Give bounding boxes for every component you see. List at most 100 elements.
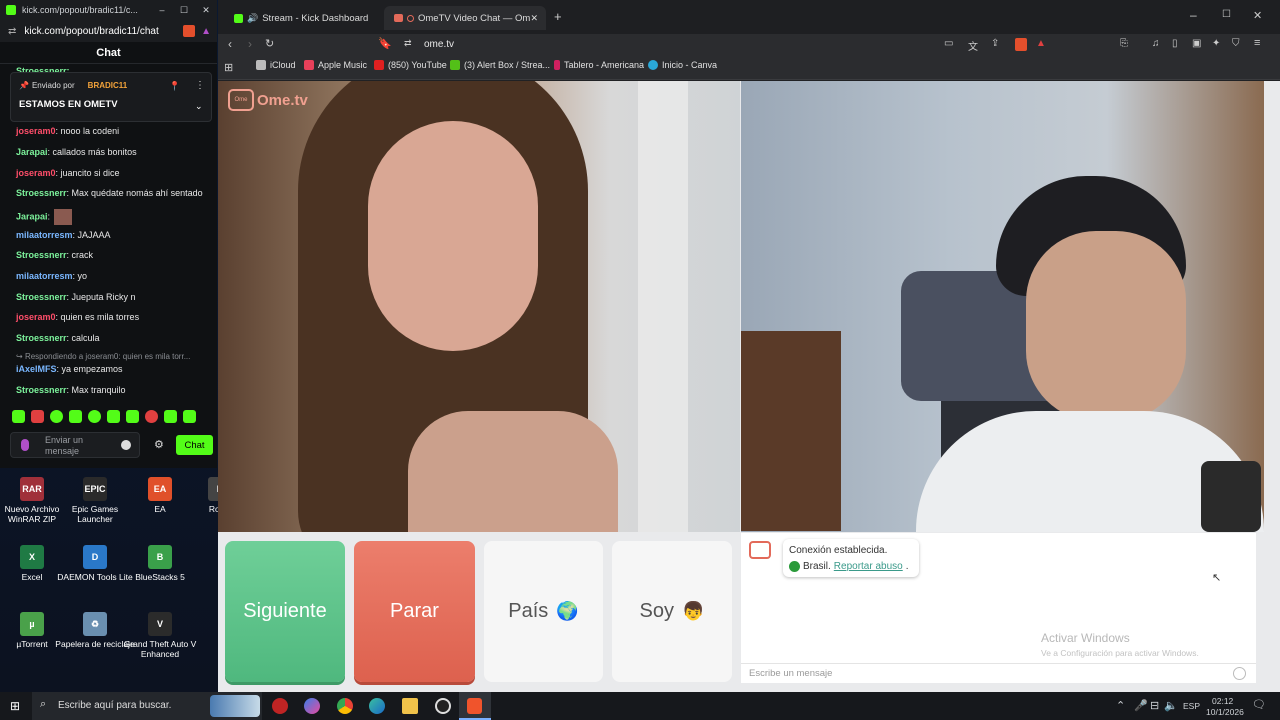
emoji-icon[interactable] [121,440,131,450]
kick-url[interactable]: kick.com/popout/bradic11/chat [24,26,183,37]
country-button[interactable]: País 🌍 [484,541,603,682]
notifications-icon[interactable]: 🗨 [1252,698,1266,711]
emote-icon[interactable] [31,410,44,423]
taskbar-search-placeholder[interactable]: Escribe aquí para buscar. [58,700,171,711]
edge-icon[interactable] [369,698,385,714]
emote-icon[interactable] [145,410,158,423]
back-icon[interactable]: ‹ [228,37,232,51]
menu-icon[interactable]: ≡ [1254,37,1260,49]
bookmark-youtube[interactable]: (850) YouTube [374,60,447,70]
close-icon[interactable]: ✕ [195,5,217,16]
screenshot-icon[interactable]: ⎘ [1120,38,1128,49]
chat-username[interactable]: joseram0 [16,126,56,136]
send-chat-button[interactable]: Chat [176,435,213,455]
chat-username[interactable]: milaatorresm [16,230,73,240]
obs-icon[interactable] [435,698,451,714]
recorder-app-icon[interactable] [272,698,288,714]
wallet-icon[interactable]: ▣ [1192,38,1201,49]
more-options-icon[interactable]: ⋮ [195,80,205,91]
desktop-icon[interactable]: V Grand Theft Auto V Enhanced [120,612,200,659]
desktop-icon[interactable]: B BlueStacks 5 [120,545,200,582]
audio-icon[interactable]: 🔊 [247,13,258,24]
tab-kick-dashboard[interactable]: 🔊 Stream - Kick Dashboard [224,6,380,30]
emote-icon[interactable] [50,410,63,423]
kick-address-bar[interactable]: ⇄ kick.com/popout/bradic11/chat ▲ [0,20,217,42]
chat-username[interactable]: Stroessnerr [16,292,67,302]
close-tab-icon[interactable]: ✕ [530,13,538,24]
file-explorer-icon[interactable] [402,698,418,714]
chat-username[interactable]: Stroessnerr [16,333,67,343]
tray-mic-icon[interactable]: 🎤 [1134,699,1148,712]
sidebar-icon[interactable]: ▯ [1172,38,1178,49]
chevron-down-icon[interactable]: ⌄ [195,101,203,112]
chat-username[interactable]: milaatorresm [16,271,73,281]
tray-time[interactable]: 02:12 [1212,696,1233,706]
start-icon[interactable]: ⊞ [10,699,20,713]
emote-icon[interactable] [126,410,139,423]
bookmark-apple-music[interactable]: Apple Music [304,60,367,70]
brave-rewards-icon[interactable]: ▲ [201,26,211,37]
copilot-icon[interactable] [304,698,320,714]
chat-settings-gear-icon[interactable]: ⚙ [154,438,164,451]
media-icon[interactable]: ♫ [1152,38,1160,49]
emote-icon[interactable] [107,410,120,423]
bookmark-alert-box[interactable]: (3) Alert Box / Strea... [450,60,550,70]
next-button[interactable]: Siguiente [225,541,345,682]
tray-chevron-icon[interactable]: ⌃ [1116,699,1125,712]
bookmark-icon[interactable]: 🔖 [378,37,392,50]
tray-network-icon[interactable]: ⊟ [1150,699,1159,712]
chat-input-placeholder[interactable]: Enviar un mensaje [45,435,105,457]
bookmark-tablero[interactable]: Tablero - Americana [554,60,644,70]
smile-icon[interactable] [1233,667,1246,680]
tray-language[interactable]: ESP [1183,701,1200,711]
bookmark-icloud[interactable]: iCloud [256,60,296,70]
forward-icon[interactable]: › [248,37,252,51]
emote-icon[interactable] [164,410,177,423]
site-settings-icon[interactable]: ⇄ [8,26,16,37]
apps-grid-icon[interactable]: ⊞ [224,61,233,74]
chat-username[interactable]: Stroessnerr [16,385,67,395]
minimize-icon[interactable]: – [151,5,173,15]
translate-icon[interactable]: 文 [968,38,978,53]
chat-username[interactable]: joseram0 [16,168,56,178]
maximize-icon[interactable]: ☐ [1222,9,1231,20]
emote-icon[interactable] [12,410,25,423]
brave-shield-icon[interactable] [1015,38,1027,51]
taskbar-search[interactable]: ⌕ Escribe aquí para buscar. [32,692,262,720]
site-info-icon[interactable]: ⇄ [404,38,412,49]
bookmark-canva[interactable]: Inicio - Canva [648,60,717,70]
reload-icon[interactable]: ↻ [265,37,274,50]
emote-icon[interactable] [88,410,101,423]
emote-icon[interactable] [69,410,82,423]
chat-username[interactable]: Jarapai [16,211,48,221]
chat-username[interactable]: iAxelMFS [16,364,57,374]
share-icon[interactable]: ⇪ [991,38,999,49]
brave-taskbar-active[interactable] [459,692,491,720]
close-icon[interactable]: ✕ [1253,9,1262,22]
maximize-icon[interactable]: ☐ [173,5,195,16]
tab-ometv[interactable]: OmeTV Video Chat — Omeg ✕ [384,6,546,30]
tray-volume-icon[interactable]: 🔈 [1164,699,1178,712]
chat-username[interactable]: Stroessnerr [16,250,67,260]
chrome-icon[interactable] [337,698,353,714]
message-input[interactable]: Escribe un mensaje [741,663,1256,683]
chat-username[interactable]: Stroessnerr [16,188,67,198]
gender-button[interactable]: Soy 👦 [612,541,732,682]
address-bar[interactable]: ome.tv [424,39,454,50]
report-abuse-link[interactable]: Reportar abuso [834,561,903,572]
new-tab-icon[interactable]: + [554,9,562,24]
leo-icon[interactable]: ✦ [1212,38,1220,49]
cast-icon[interactable]: ▭ [944,38,953,49]
unpin-icon[interactable]: 📍 [169,81,180,92]
chat-input[interactable]: Enviar un mensaje [10,432,140,458]
chat-username[interactable]: joseram0 [16,312,56,322]
mic-icon[interactable] [21,439,29,451]
tray-date[interactable]: 10/1/2026 [1206,707,1244,717]
emote-icon[interactable] [183,410,196,423]
stop-button[interactable]: Parar [354,541,475,682]
brave-rewards-icon[interactable]: ▲ [1036,38,1046,49]
vpn-icon[interactable]: ⛉ [1232,38,1240,49]
minimize-icon[interactable]: – [1190,8,1197,22]
chat-username[interactable]: Jarapai [16,147,48,157]
brave-shield-icon[interactable] [183,25,196,37]
